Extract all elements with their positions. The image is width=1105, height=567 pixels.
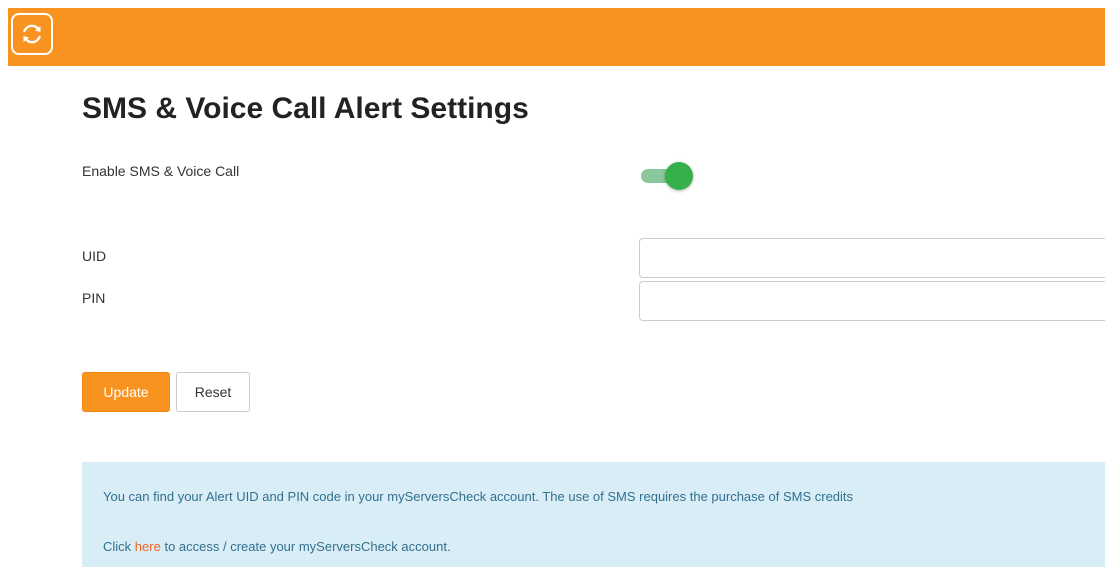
page-title: SMS & Voice Call Alert Settings: [82, 92, 529, 125]
info-click-text: Click: [103, 539, 132, 554]
info-alert: You can find your Alert UID and PIN code…: [82, 462, 1105, 567]
account-link[interactable]: here: [135, 539, 161, 554]
uid-label: UID: [82, 248, 107, 264]
pin-label: PIN: [82, 290, 106, 306]
top-bar: [8, 8, 1105, 66]
enable-sms-voice-label: Enable SMS & Voice Call: [82, 163, 240, 179]
settings-page: SMS & Voice Call Alert Settings Enable S…: [0, 0, 1105, 567]
refresh-icon: [23, 24, 41, 44]
reset-button[interactable]: Reset: [176, 372, 250, 412]
info-access-text: to access / create your myServersCheck a…: [164, 539, 451, 554]
update-button[interactable]: Update: [82, 372, 170, 412]
enable-sms-voice-toggle[interactable]: [641, 162, 693, 190]
info-text: You can find your Alert UID and PIN code…: [103, 489, 854, 504]
toggle-knob: [665, 162, 693, 190]
pin-input[interactable]: [639, 281, 1105, 321]
info-account-text: Click here to access / create your mySer…: [103, 539, 451, 554]
app-logo[interactable]: [11, 13, 53, 55]
uid-input[interactable]: [639, 238, 1105, 278]
